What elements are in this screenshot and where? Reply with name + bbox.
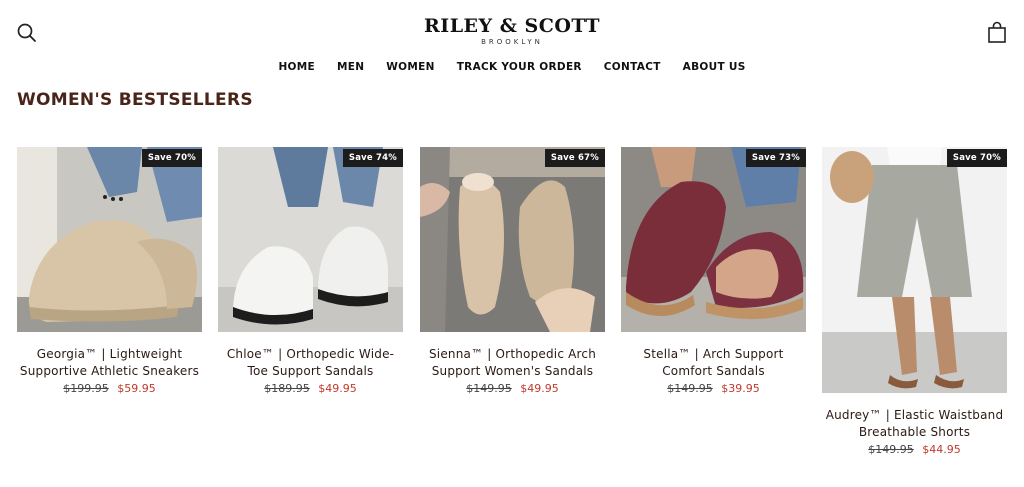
product-card: Save 73% Stella™ | Arch Support Comfort … <box>621 147 806 395</box>
nav-item-home[interactable]: HOME <box>278 61 315 73</box>
brand-name: RILEY & SCOTT <box>424 15 600 37</box>
product-card: Save 70% Georgia™ | Lightweight Supporti… <box>17 147 202 395</box>
product-prices: $189.95 $49.95 <box>218 382 403 395</box>
product-image-white-sandals[interactable]: Save 74% <box>218 147 403 332</box>
discount-badge: Save 67% <box>544 149 605 167</box>
product-card: Save 70% Audrey™ | Elastic Waistband Bre… <box>822 147 1007 456</box>
sale-price: $44.95 <box>922 443 961 456</box>
original-price: $189.95 <box>264 382 310 395</box>
product-prices: $149.95 $49.95 <box>420 382 605 395</box>
main-nav: HOME MEN WOMEN TRACK YOUR ORDER CONTACT … <box>0 61 1024 73</box>
sale-price: $49.95 <box>520 382 559 395</box>
nav-item-track-order[interactable]: TRACK YOUR ORDER <box>457 61 582 73</box>
brand-subtitle: BROOKLYN <box>481 38 543 46</box>
product-prices: $149.95 $44.95 <box>822 443 1007 456</box>
original-price: $149.95 <box>868 443 914 456</box>
product-card: Save 74% Chloe™ | Orthopedic Wide-Toe Su… <box>218 147 403 395</box>
nav-item-men[interactable]: MEN <box>337 61 364 73</box>
shopping-bag-icon[interactable] <box>986 21 1008 45</box>
product-image-burgundy-sandals[interactable]: Save 73% <box>621 147 806 332</box>
section-title: WOMEN'S BESTSELLERS <box>17 90 253 110</box>
product-title[interactable]: Stella™ | Arch Support Comfort Sandals <box>621 346 806 380</box>
product-image-shorts[interactable]: Save 70% <box>822 147 1007 393</box>
original-price: $149.95 <box>466 382 512 395</box>
nav-item-about[interactable]: ABOUT US <box>683 61 746 73</box>
product-prices: $199.95 $59.95 <box>17 382 202 395</box>
discount-badge: Save 70% <box>141 149 202 167</box>
product-title[interactable]: Chloe™ | Orthopedic Wide-Toe Support San… <box>218 346 403 380</box>
sale-price: $49.95 <box>318 382 357 395</box>
brand-logo[interactable]: RILEY & SCOTT BROOKLYN <box>0 14 1024 47</box>
product-title[interactable]: Audrey™ | Elastic Waistband Breathable S… <box>822 407 1007 441</box>
discount-badge: Save 70% <box>946 149 1007 167</box>
product-image-beige-sandals[interactable]: Save 67% <box>420 147 605 332</box>
product-image-sneakers[interactable]: Save 70% <box>17 147 202 332</box>
original-price: $149.95 <box>667 382 713 395</box>
nav-item-contact[interactable]: CONTACT <box>604 61 661 73</box>
product-card: Save 67% Sienna™ | Orthopedic Arch Suppo… <box>420 147 605 395</box>
sale-price: $39.95 <box>721 382 760 395</box>
discount-badge: Save 73% <box>745 149 806 167</box>
sale-price: $59.95 <box>117 382 156 395</box>
original-price: $199.95 <box>63 382 109 395</box>
discount-badge: Save 74% <box>342 149 403 167</box>
site-header: RILEY & SCOTT BROOKLYN HOME MEN WOMEN TR… <box>0 0 1024 90</box>
nav-item-women[interactable]: WOMEN <box>386 61 434 73</box>
product-title[interactable]: Sienna™ | Orthopedic Arch Support Women'… <box>420 346 605 380</box>
product-title[interactable]: Georgia™ | Lightweight Supportive Athlet… <box>17 346 202 380</box>
product-prices: $149.95 $39.95 <box>621 382 806 395</box>
